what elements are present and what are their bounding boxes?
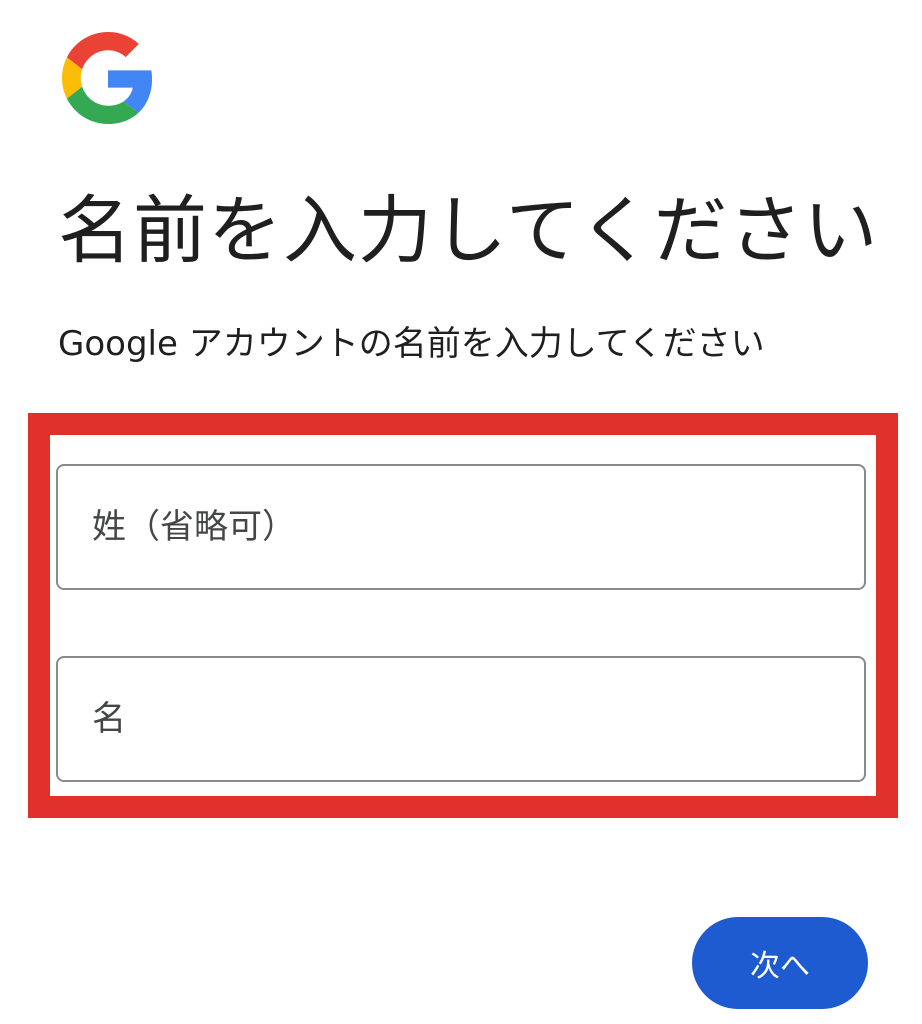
first-name-input[interactable] — [56, 656, 866, 782]
last-name-input[interactable] — [56, 464, 866, 590]
google-g-icon — [62, 32, 153, 124]
page-title: 名前を入力してください — [58, 188, 879, 274]
next-button[interactable]: 次へ — [692, 917, 868, 1009]
page-subtitle: Google アカウントの名前を入力してください — [58, 324, 765, 364]
google-logo-icon — [62, 32, 154, 124]
